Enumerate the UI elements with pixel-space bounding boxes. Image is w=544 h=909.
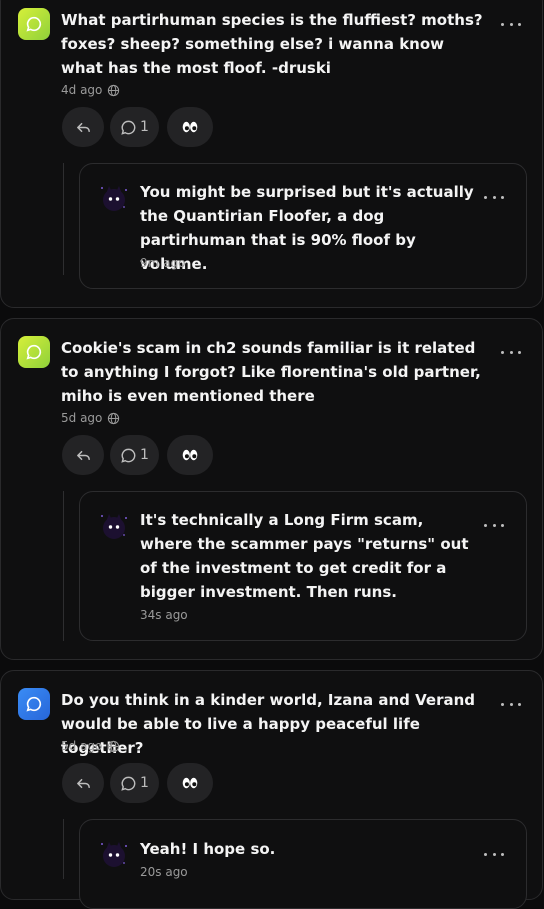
answer-text: Yeah! I hope so. <box>140 840 276 858</box>
reply-arrow-icon <box>76 122 90 132</box>
eyes-reaction-button[interactable] <box>167 435 213 475</box>
more-dots-icon[interactable] <box>484 191 504 203</box>
comment-icon <box>121 120 136 135</box>
more-dots-icon[interactable] <box>501 346 521 358</box>
comment-count: 1 <box>140 119 149 135</box>
eyes-icon <box>182 121 198 133</box>
question-card: Do you think in a kinder world, Izana an… <box>0 670 543 909</box>
comment-count: 1 <box>140 447 149 463</box>
question-text: Cookie's scam in ch2 sounds familiar is … <box>61 339 481 405</box>
answer-time: 34s ago <box>140 608 188 622</box>
answer-time: 9m ago <box>140 256 186 270</box>
answer-time: 20s ago <box>140 865 188 879</box>
asker-avatar <box>18 336 50 368</box>
answer-card: You might be surprised but it's actually… <box>79 163 527 289</box>
post-meta: 4d ago <box>61 83 120 97</box>
answer-card: Yeah! I hope so. 20s ago <box>79 819 527 909</box>
comment-count: 1 <box>140 775 149 791</box>
globe-icon <box>108 412 120 424</box>
post-time: 4d ago <box>61 83 103 97</box>
reply-button[interactable] <box>62 435 104 475</box>
globe-icon <box>108 84 120 96</box>
asker-avatar <box>18 688 50 720</box>
creator-avatar <box>101 514 127 539</box>
more-dots-icon[interactable] <box>501 698 521 710</box>
comments-button[interactable]: 1 <box>110 435 159 475</box>
answer-text: It's technically a Long Firm scam, where… <box>140 511 469 601</box>
reply-button[interactable] <box>62 107 104 147</box>
reply-button[interactable] <box>62 763 104 803</box>
more-dots-icon[interactable] <box>484 519 504 531</box>
thread-line <box>63 819 64 879</box>
reply-arrow-icon <box>76 450 90 460</box>
eyes-icon <box>182 449 198 461</box>
comment-icon <box>121 448 136 463</box>
reply-arrow-icon <box>76 778 90 788</box>
question-card: What partirhuman species is the fluffies… <box>0 0 543 308</box>
post-meta: 5d ago <box>61 411 120 425</box>
speech-bubble-icon <box>26 16 42 32</box>
comments-button[interactable]: 1 <box>110 763 159 803</box>
thread-line <box>63 491 64 641</box>
more-dots-icon[interactable] <box>501 18 521 30</box>
post-time: 5d ago <box>61 411 103 425</box>
creator-avatar <box>101 842 127 867</box>
eyes-icon <box>182 777 198 789</box>
eyes-reaction-button[interactable] <box>167 763 213 803</box>
comments-button[interactable]: 1 <box>110 107 159 147</box>
question-text: Do you think in a kinder world, Izana an… <box>61 691 476 757</box>
question-card: Cookie's scam in ch2 sounds familiar is … <box>0 318 543 660</box>
answer-text: You might be surprised but it's actually… <box>140 183 474 273</box>
eyes-reaction-button[interactable] <box>167 107 213 147</box>
speech-bubble-icon <box>26 696 42 712</box>
more-dots-icon[interactable] <box>484 848 504 860</box>
asker-avatar <box>18 8 50 40</box>
speech-bubble-icon <box>26 344 42 360</box>
comment-icon <box>121 776 136 791</box>
post-meta: 5d ago <box>61 739 120 753</box>
creator-avatar <box>101 186 127 211</box>
answer-card: It's technically a Long Firm scam, where… <box>79 491 527 641</box>
globe-icon <box>108 740 120 752</box>
question-text: What partirhuman species is the fluffies… <box>61 11 483 77</box>
post-time: 5d ago <box>61 739 103 753</box>
thread-line <box>63 163 64 275</box>
